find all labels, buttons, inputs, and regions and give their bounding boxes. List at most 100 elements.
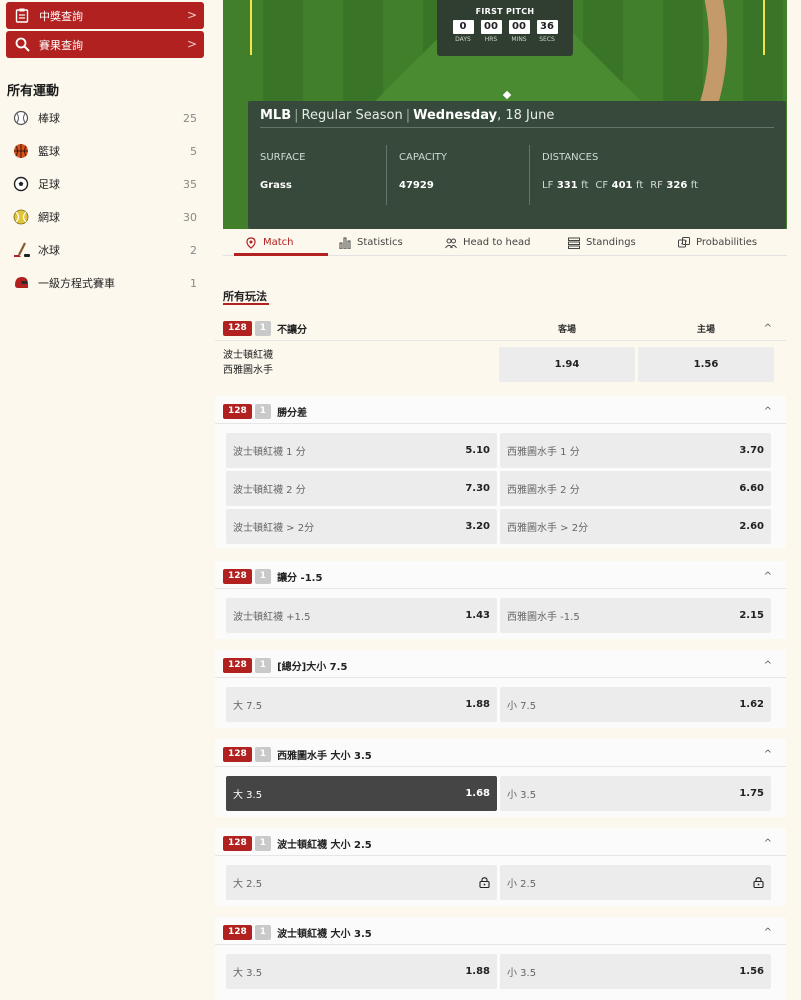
match-header: MLB | Regular Season | Wednesday, 18 June bbox=[260, 108, 555, 123]
team-away-name: 波士頓紅襪 bbox=[223, 350, 273, 361]
odd-value: 1.62 bbox=[739, 699, 764, 710]
sport-count: 2 bbox=[190, 243, 197, 257]
market-header-bos-total-35[interactable]: 128 1 波士頓紅襪 大小 3.5 ^ bbox=[223, 923, 775, 941]
chevron-up-icon[interactable]: ^ bbox=[764, 749, 772, 760]
odd-button-locked[interactable]: 大 2.5 bbox=[226, 865, 497, 900]
countdown-days: 0 bbox=[452, 20, 474, 34]
sport-count: 35 bbox=[183, 177, 197, 191]
surface-value: Grass bbox=[260, 180, 292, 191]
sport-count: 30 bbox=[183, 210, 197, 224]
market-header-sea-total[interactable]: 128 1 西雅圖水手 大小 3.5 ^ bbox=[223, 745, 775, 763]
odd-label: 大 3.5 bbox=[233, 968, 263, 979]
hockey-icon bbox=[13, 242, 30, 258]
sport-item-hockey[interactable]: 冰球 2 bbox=[0, 236, 212, 264]
market-header-handicap[interactable]: 128 1 讓分 -1.5 ^ bbox=[223, 567, 775, 585]
team-home-name: 西雅圖水手 bbox=[223, 365, 273, 376]
sport-count: 5 bbox=[190, 144, 197, 158]
odd-away-button[interactable]: 1.94 bbox=[499, 347, 635, 382]
odd-label: 小 7.5 bbox=[507, 701, 537, 712]
tab-probabilities[interactable]: Probabilities bbox=[678, 229, 757, 256]
tab-standings[interactable]: Standings bbox=[568, 229, 636, 256]
sport-item-tennis[interactable]: 網球 30 bbox=[0, 203, 212, 231]
odd-value: 3.70 bbox=[739, 445, 764, 456]
odd-button[interactable]: 西雅圖水手 -1.5 2.15 bbox=[500, 598, 771, 633]
odd-button[interactable]: 波士頓紅襪 > 2分 3.20 bbox=[226, 509, 497, 544]
tab-probabilities-label: Probabilities bbox=[696, 237, 758, 248]
market-num-badge: 1 bbox=[254, 568, 272, 584]
sport-item-baseball[interactable]: 棒球 25 bbox=[0, 104, 212, 132]
odd-button-selected[interactable]: 大 3.5 1.68 bbox=[226, 776, 497, 811]
results-query-button[interactable]: 賽果查詢 > bbox=[6, 31, 204, 58]
sport-name: 籃球 bbox=[38, 145, 60, 158]
distances-value: LF 331 ft CF 401 ft RF 326 ft bbox=[542, 180, 699, 191]
odd-button[interactable]: 波士頓紅襪 1 分 5.10 bbox=[226, 433, 497, 468]
odd-button[interactable]: 西雅圖水手 1 分 3.70 bbox=[500, 433, 771, 468]
market-header-total[interactable]: 128 1 [總分]大小 7.5 ^ bbox=[223, 656, 775, 674]
winnings-query-label: 中獎查詢 bbox=[39, 9, 83, 23]
market-header-moneyline[interactable]: 128 1 不讓分 客場 主場 ^ bbox=[223, 319, 775, 337]
market-num-badge: 1 bbox=[254, 835, 272, 851]
odd-label: 小 2.5 bbox=[507, 879, 537, 890]
chevron-up-icon[interactable]: ^ bbox=[764, 406, 772, 417]
market-count-badge: 128 bbox=[223, 320, 252, 336]
market-num-badge: 1 bbox=[254, 746, 272, 762]
market-count-badge: 128 bbox=[223, 835, 252, 851]
chevron-up-icon[interactable]: ^ bbox=[764, 323, 772, 334]
users-icon bbox=[445, 238, 457, 248]
tab-statistics[interactable]: Statistics bbox=[339, 229, 403, 256]
market-header-margin[interactable]: 128 1 勝分差 ^ bbox=[223, 402, 775, 420]
winnings-query-button[interactable]: 中獎查詢 > bbox=[6, 2, 204, 29]
odd-home-button[interactable]: 1.56 bbox=[638, 347, 774, 382]
chevron-up-icon[interactable]: ^ bbox=[764, 838, 772, 849]
odd-button-locked[interactable]: 小 2.5 bbox=[500, 865, 771, 900]
chevron-right-icon: > bbox=[186, 37, 197, 51]
countdown-mins-label: MINS bbox=[511, 36, 527, 43]
odd-button[interactable]: 大 7.5 1.88 bbox=[226, 687, 497, 722]
market-count-badge: 128 bbox=[223, 403, 252, 419]
sport-item-soccer[interactable]: 足球 35 bbox=[0, 170, 212, 198]
odd-button[interactable]: 西雅圖水手 > 2分 2.60 bbox=[500, 509, 771, 544]
market-num-badge: 1 bbox=[254, 657, 272, 673]
chevron-up-icon[interactable]: ^ bbox=[764, 660, 772, 671]
away-column-label: 客場 bbox=[558, 324, 577, 335]
tab-match[interactable]: Match bbox=[245, 229, 294, 256]
odd-value: 2.60 bbox=[739, 521, 764, 532]
tab-match-label: Match bbox=[263, 237, 294, 248]
odd-button[interactable]: 小 3.5 1.75 bbox=[500, 776, 771, 811]
chevron-up-icon[interactable]: ^ bbox=[764, 571, 772, 582]
odd-label: 小 3.5 bbox=[507, 968, 537, 979]
countdown-timer: FIRST PITCH 0 DAYS 00 HRS 00 MINS 36 SECS bbox=[437, 0, 573, 56]
countdown-hours: 00 bbox=[480, 20, 502, 34]
odd-button[interactable]: 西雅圖水手 2 分 6.60 bbox=[500, 471, 771, 506]
odd-button[interactable]: 小 3.5 1.56 bbox=[500, 954, 771, 989]
tab-head-to-head[interactable]: Head to head bbox=[445, 229, 531, 256]
market-name: 波士頓紅襪 大小 2.5 bbox=[277, 839, 372, 851]
sport-name: 冰球 bbox=[38, 244, 60, 257]
clipboard-icon bbox=[14, 8, 30, 24]
dice-icon bbox=[678, 236, 690, 247]
sport-item-formula1[interactable]: 一級方程式賽車 1 bbox=[0, 269, 212, 297]
countdown-mins: 00 bbox=[508, 20, 530, 34]
sport-name: 足球 bbox=[38, 178, 60, 191]
odd-value: 3.20 bbox=[465, 521, 490, 532]
market-name: 讓分 -1.5 bbox=[277, 572, 323, 584]
match-weekday: Wednesday bbox=[413, 108, 498, 123]
sport-count: 1 bbox=[190, 276, 197, 290]
odd-value: 1.88 bbox=[465, 699, 490, 710]
match-tabs: Match Statistics Head to head Standings … bbox=[223, 229, 787, 256]
sport-name: 一級方程式賽車 bbox=[38, 277, 115, 290]
racing-helmet-icon bbox=[13, 275, 29, 291]
odd-button[interactable]: 小 7.5 1.62 bbox=[500, 687, 771, 722]
market-header-bos-total-25[interactable]: 128 1 波士頓紅襪 大小 2.5 ^ bbox=[223, 834, 775, 852]
odd-button[interactable]: 大 3.5 1.88 bbox=[226, 954, 497, 989]
capacity-label: CAPACITY bbox=[399, 152, 448, 163]
chevron-up-icon[interactable]: ^ bbox=[764, 927, 772, 938]
tab-statistics-label: Statistics bbox=[357, 237, 403, 248]
soccer-icon bbox=[13, 176, 29, 192]
odd-button[interactable]: 波士頓紅襪 +1.5 1.43 bbox=[226, 598, 497, 633]
sport-item-basketball[interactable]: 籃球 5 bbox=[0, 137, 212, 165]
odd-button[interactable]: 波士頓紅襪 2 分 7.30 bbox=[226, 471, 497, 506]
main-content: FIRST PITCH 0 DAYS 00 HRS 00 MINS 36 SECS ML… bbox=[212, 0, 801, 1000]
venue-info-panel: MLB | Regular Season | Wednesday, 18 June SU… bbox=[248, 101, 786, 229]
odd-label: 西雅圖水手 > 2分 bbox=[507, 523, 589, 534]
